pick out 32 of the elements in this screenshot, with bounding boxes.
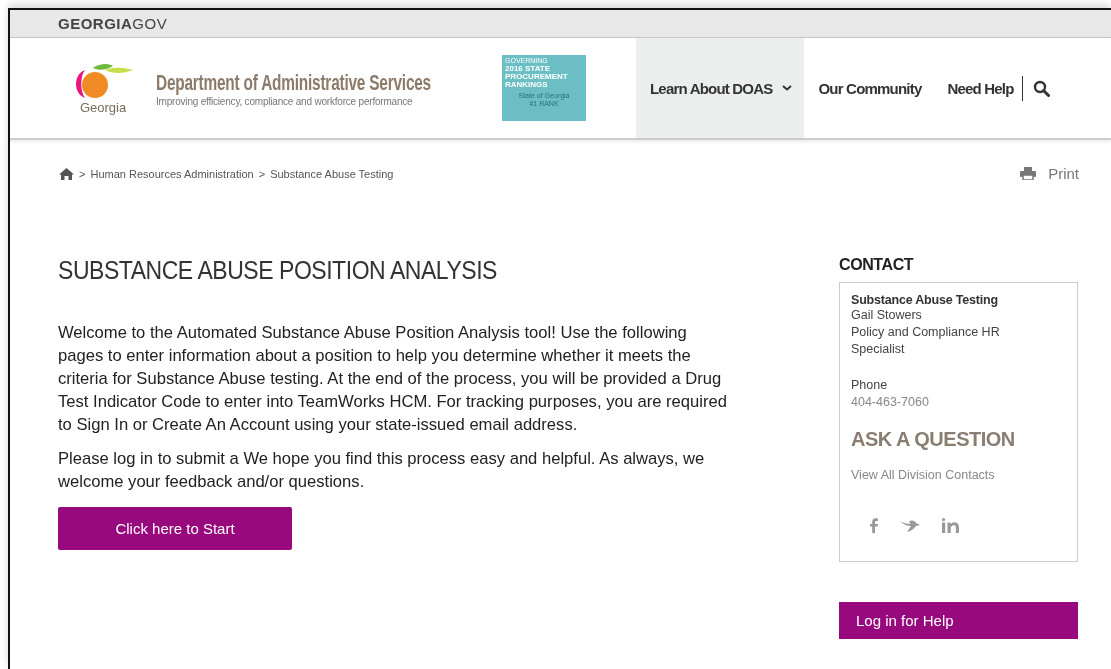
home-icon[interactable] xyxy=(59,167,74,180)
nav-link[interactable]: Our Community xyxy=(804,38,934,138)
site-tagline: Improving efficiency, compliance and workforce performance xyxy=(156,95,414,107)
logo-text: Georgia xyxy=(79,99,127,115)
printer-icon xyxy=(1020,167,1037,180)
badge-heading: 2016 STATE PROCUREMENT RANKINGS xyxy=(505,65,569,89)
ask-heading: ASK A QUESTION xyxy=(851,428,1016,451)
linkedin-icon[interactable] xyxy=(942,518,959,533)
site-brand[interactable]: GEORGIAGOV xyxy=(58,15,168,32)
contact-name: Gail Stowers xyxy=(851,307,923,324)
phone-link[interactable]: 404-463-7060 xyxy=(851,394,1031,411)
print-link[interactable]: Print xyxy=(1020,165,1079,182)
nav-link[interactable]: Learn About DOAS xyxy=(636,38,805,138)
breadcrumb-link[interactable]: Substance Abuse Testing xyxy=(270,167,394,180)
start-button[interactable]: Click here to Start xyxy=(58,507,292,550)
contact-role: Policy and Compliance HR Specialist xyxy=(851,324,1001,358)
body-paragraph: Please log in to submit a We hope you find this process easy and helpful. As always, we welcome your feedback and/or questions. xyxy=(58,448,706,493)
contact-heading: CONTACT xyxy=(839,256,915,274)
contacts-link[interactable]: View All Division Contacts xyxy=(851,467,1031,484)
breadcrumb-separator: > xyxy=(258,167,266,180)
contact-organization: Substance Abuse Testing xyxy=(851,293,999,307)
phone-label: Phone xyxy=(851,377,889,394)
breadcrumb-link[interactable]: Human Resources Administration xyxy=(90,167,254,180)
facebook-icon[interactable] xyxy=(870,518,878,533)
search-icon[interactable] xyxy=(1032,79,1050,97)
breadcrumb-separator: > xyxy=(79,167,86,180)
nav-link[interactable]: Need Help xyxy=(933,38,1026,138)
page-title: SUBSTANCE ABUSE POSITION ANALYSIS xyxy=(58,256,498,285)
site-title[interactable]: Department of Administrative Services xyxy=(156,69,431,96)
body-paragraph: Welcome to the Automated Substance Abuse Position Analysis tool! Use the following pages to enter information about a position to help you determine whether it meets the criteria for Substance Abuse testing. At the end of the process, you will be provided a Drug Test Indicator Code to enter into TeamWorks HCM. For tracking purposes, you are required to Sign In or Create An Account using your state-issued email address. xyxy=(58,322,728,436)
bird-icon[interactable] xyxy=(900,518,920,533)
help-button[interactable]: Log in for Help xyxy=(839,602,1078,639)
